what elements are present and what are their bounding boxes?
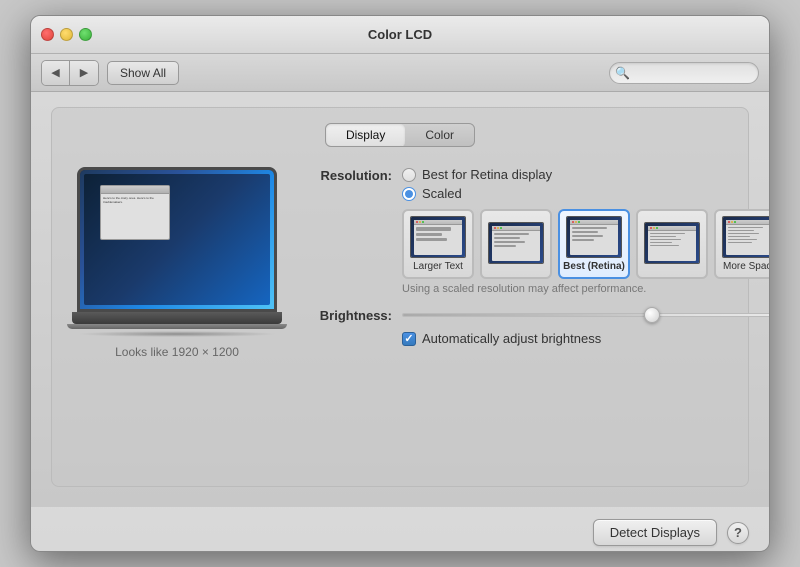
- resolution-label: Resolution:: [302, 167, 392, 183]
- show-all-button[interactable]: Show All: [107, 61, 179, 85]
- inner-panel: Display Color Here's to the crazy: [51, 107, 749, 487]
- radio-label-best-retina: Best for Retina display: [422, 167, 552, 182]
- auto-brightness-checkbox[interactable]: ✓: [402, 332, 416, 346]
- tab-color[interactable]: Color: [405, 124, 474, 146]
- screen-window-bar: [101, 186, 169, 194]
- maximize-button[interactable]: [79, 28, 92, 41]
- detect-displays-button[interactable]: Detect Displays: [593, 519, 717, 546]
- scale-card-more-space[interactable]: More Space: [714, 209, 770, 279]
- radio-circle-scaled: [402, 187, 416, 201]
- titlebar: Color LCD: [31, 16, 769, 54]
- scale-cards-wrapper: Larger Text: [402, 209, 770, 295]
- search-icon: 🔍: [615, 66, 630, 80]
- tab-display[interactable]: Display: [326, 124, 405, 146]
- brightness-fill: [403, 314, 651, 316]
- radio-label-scaled: Scaled: [422, 186, 462, 201]
- minimize-button[interactable]: [60, 28, 73, 41]
- search-input[interactable]: [609, 62, 759, 84]
- auto-brightness-label: Automatically adjust brightness: [422, 331, 601, 346]
- footer: Detect Displays ?: [31, 507, 769, 551]
- laptop-screen: Here's to the crazy ones. Here's to the …: [80, 170, 274, 309]
- forward-button[interactable]: ▶: [70, 61, 98, 85]
- laptop-area: Here's to the crazy ones. Here's to the …: [72, 167, 282, 359]
- scale-screen-best: [566, 216, 622, 258]
- radio-scaled[interactable]: Scaled: [402, 186, 552, 201]
- scale-label-larger: Larger Text: [413, 261, 463, 272]
- screen-window-content: Here's to the crazy ones. Here's to the …: [101, 194, 169, 206]
- tabs-row: Display Color: [72, 123, 728, 147]
- auto-brightness-row: ✓ Automatically adjust brightness: [402, 331, 770, 346]
- resolution-row: Resolution: Best for Retina display Scal…: [302, 167, 770, 201]
- nav-buttons: ◀ ▶: [41, 60, 99, 86]
- scale-screen-medium1: [488, 222, 544, 264]
- brightness-label: Brightness:: [302, 307, 392, 323]
- resolution-radio-group: Best for Retina display Scaled: [402, 167, 552, 201]
- traffic-lights: [41, 28, 92, 41]
- scale-screen-larger: [410, 216, 466, 258]
- laptop-base: [72, 312, 282, 324]
- scale-card-larger-text[interactable]: Larger Text: [402, 209, 474, 279]
- back-button[interactable]: ◀: [42, 61, 70, 85]
- settings-area: Resolution: Best for Retina display Scal…: [302, 167, 770, 359]
- main-window: Color LCD ◀ ▶ Show All 🔍 Display Color: [30, 15, 770, 552]
- auto-brightness-checkbox-wrap[interactable]: ✓ Automatically adjust brightness: [402, 331, 601, 346]
- tab-group: Display Color: [325, 123, 475, 147]
- laptop-subtitle: Looks like 1920 × 1200: [115, 345, 239, 359]
- radio-best-retina[interactable]: Best for Retina display: [402, 167, 552, 182]
- help-button[interactable]: ?: [727, 522, 749, 544]
- brightness-slider-container: [402, 308, 770, 322]
- window-title: Color LCD: [368, 27, 432, 42]
- toolbar: ◀ ▶ Show All 🔍: [31, 54, 769, 92]
- scaled-options: Larger Text: [402, 209, 770, 279]
- scale-label-more-space: More Space: [723, 261, 770, 272]
- brightness-row: Brightness:: [302, 307, 770, 323]
- scale-screen-more: [722, 216, 770, 258]
- content-area: Display Color Here's to the crazy: [31, 92, 769, 507]
- radio-circle-best-retina: [402, 168, 416, 182]
- scale-card-medium1[interactable]: [480, 209, 552, 279]
- scale-label-best-retina: Best (Retina): [563, 261, 625, 272]
- perf-note: Using a scaled resolution may affect per…: [402, 283, 770, 295]
- scale-card-best-retina[interactable]: Best (Retina): [558, 209, 630, 279]
- search-box: 🔍: [609, 62, 759, 84]
- screen-window: Here's to the crazy ones. Here's to the …: [100, 185, 170, 240]
- laptop-shadow: [77, 331, 277, 337]
- main-area: Here's to the crazy ones. Here's to the …: [72, 167, 728, 359]
- scale-screen-medium2: [644, 222, 700, 264]
- scale-card-medium2[interactable]: [636, 209, 708, 279]
- laptop-foot: [67, 324, 287, 329]
- brightness-thumb[interactable]: [644, 307, 660, 323]
- close-button[interactable]: [41, 28, 54, 41]
- brightness-track: [402, 313, 770, 317]
- laptop-image: Here's to the crazy ones. Here's to the …: [77, 167, 277, 312]
